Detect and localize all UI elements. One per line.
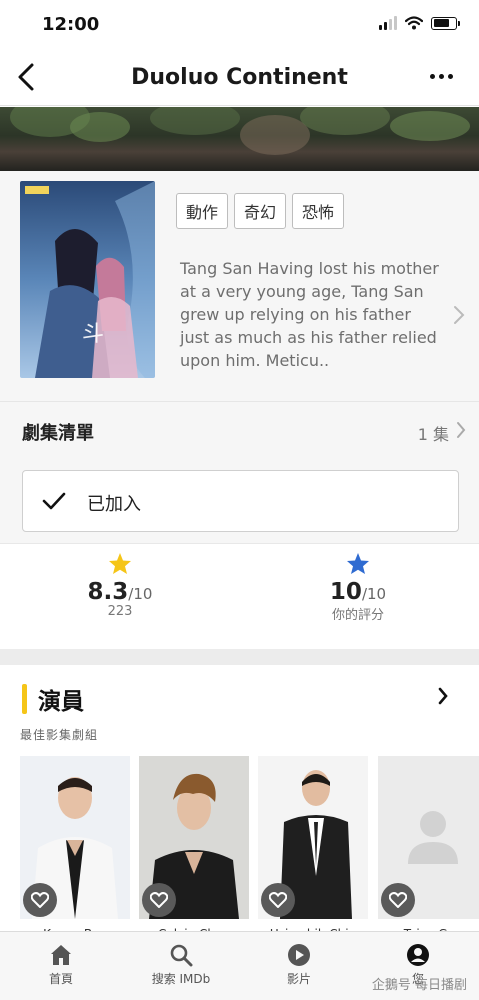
tab-home[interactable]: 首頁 xyxy=(16,943,106,987)
cast-card[interactable]: Kenny Bee xyxy=(20,756,130,940)
chevron-right-icon[interactable] xyxy=(453,305,465,325)
battery-icon xyxy=(431,16,460,30)
chevron-right-icon[interactable] xyxy=(456,421,466,439)
star-icon xyxy=(347,553,369,574)
status-time: 12:00 xyxy=(42,14,100,35)
imdb-vote-count: 223 xyxy=(107,604,133,619)
cast-photo[interactable] xyxy=(20,756,130,919)
bottom-tab-bar: 首頁 搜索 IMDb 影片 您 企鵝号 每日播剧 xyxy=(0,931,479,1000)
watchlist-added-button[interactable]: 已加入 xyxy=(22,470,459,532)
heart-icon[interactable] xyxy=(261,883,295,917)
watermark: 企鵝号 每日播剧 xyxy=(371,978,467,993)
cast-photo[interactable] xyxy=(258,756,368,919)
navigation-bar: Duoluo Continent xyxy=(0,50,479,106)
genre-tag[interactable]: 動作 xyxy=(176,193,229,229)
ratings-section: 8.3/10 223 10/10 你的評分 xyxy=(0,543,479,649)
cast-card[interactable]: Taiyu Gao xyxy=(378,756,479,940)
tab-search[interactable]: 搜索 IMDb xyxy=(136,943,226,987)
heart-icon[interactable] xyxy=(142,883,176,917)
hero-image xyxy=(0,107,479,171)
tab-label: 搜索 IMDb xyxy=(151,972,211,986)
more-options-icon[interactable] xyxy=(430,74,453,79)
checkmark-icon xyxy=(42,492,66,510)
star-icon xyxy=(109,553,131,574)
cast-card[interactable]: Calvin Chen xyxy=(139,756,249,940)
section-accent-bar xyxy=(22,684,27,714)
episode-list-label[interactable]: 劇集清單 xyxy=(22,419,94,445)
wifi-icon xyxy=(405,16,423,30)
heart-icon[interactable] xyxy=(23,883,57,917)
poster-image[interactable]: 斗 xyxy=(20,181,155,378)
section-divider xyxy=(0,649,479,665)
tab-label: 首頁 xyxy=(48,972,73,986)
episode-count[interactable]: 1 集 xyxy=(418,421,449,445)
imdb-score: 8.3 xyxy=(87,579,129,605)
episode-list-section: 劇集清單 1 集 已加入 xyxy=(0,401,479,543)
synopsis-text[interactable]: Tang San Having lost his mother at a ver… xyxy=(180,257,442,372)
cast-photo-placeholder[interactable] xyxy=(378,756,479,919)
user-rating[interactable]: 10/10 你的評分 xyxy=(258,552,458,623)
imdb-score-scale: /10 xyxy=(128,585,153,603)
chevron-right-icon[interactable] xyxy=(437,687,449,705)
cast-photo[interactable] xyxy=(139,756,249,919)
status-bar: 12:00 xyxy=(0,0,479,50)
cast-subheading: 最佳影集劇組 xyxy=(20,728,99,742)
cast-heading[interactable]: 演員 xyxy=(38,682,84,716)
svg-text:斗: 斗 xyxy=(82,322,104,347)
heart-icon[interactable] xyxy=(381,883,415,917)
search-icon xyxy=(170,944,193,967)
tab-label: 影片 xyxy=(286,972,311,986)
watchlist-added-label: 已加入 xyxy=(87,494,141,515)
genre-tag[interactable]: 奇幻 xyxy=(234,193,287,229)
genre-tags: 動作 奇幻 恐怖 xyxy=(176,193,345,229)
page-title: Duoluo Continent xyxy=(131,65,348,90)
user-rating-label: 你的評分 xyxy=(331,608,384,623)
play-icon xyxy=(288,944,310,966)
cast-card[interactable]: Hsin-chih Chiu xyxy=(258,756,368,940)
title-info-section: 斗 動作 奇幻 恐怖 Tang San Having lost his moth… xyxy=(0,171,479,401)
cast-section: 演員 最佳影集劇組 Kenny Bee xyxy=(0,665,479,940)
user-score: 10 xyxy=(329,579,362,605)
genre-tag[interactable]: 恐怖 xyxy=(292,193,345,229)
status-icons xyxy=(379,16,460,30)
tab-videos[interactable]: 影片 xyxy=(254,943,344,987)
cellular-signal-icon xyxy=(379,16,397,30)
user-score-scale: /10 xyxy=(361,585,387,603)
profile-icon xyxy=(407,944,429,966)
home-icon xyxy=(51,945,71,965)
imdb-rating[interactable]: 8.3/10 223 xyxy=(20,552,220,619)
